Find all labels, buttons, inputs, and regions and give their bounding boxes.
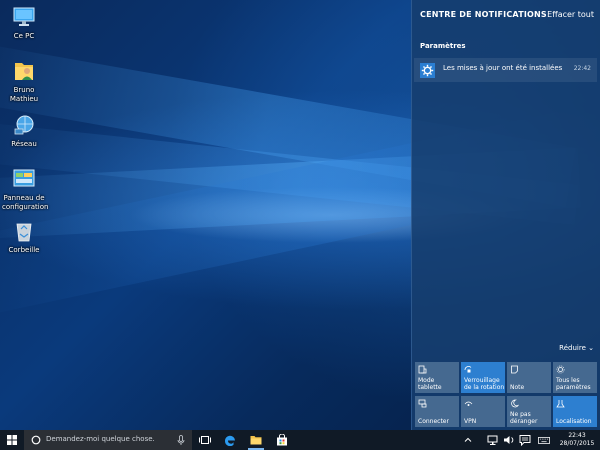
notification-item[interactable]: Les mises à jour ont été installées 22:4… — [414, 58, 597, 82]
user-folder-icon — [15, 63, 33, 80]
quick-actions-grid: Mode tablette Verrouillage de la rotatio… — [415, 362, 600, 428]
computer-icon — [13, 7, 35, 26]
action-center-title: CENTRE DE NOTIFICATIONS — [420, 10, 547, 19]
chevron-down-icon: ⌄ — [588, 344, 594, 352]
task-view-button[interactable] — [193, 430, 217, 450]
network-icon[interactable] — [487, 434, 499, 446]
rotation-lock-icon — [464, 366, 472, 373]
quick-action-label: Mode tablette — [418, 377, 442, 391]
notification-time: 22:42 — [573, 65, 591, 72]
vpn-icon — [464, 401, 473, 406]
cortana-icon — [31, 435, 41, 445]
moon-icon — [511, 399, 519, 408]
tablet-mode-icon — [418, 365, 427, 374]
quick-action-label: Tous les paramètres — [556, 377, 591, 391]
edge-icon — [224, 435, 235, 446]
quick-action-all-settings[interactable]: Tous les paramètres — [553, 362, 597, 393]
quick-action-label: Localisation — [556, 418, 592, 425]
quick-action-label: Verrouillage de la rotation — [464, 377, 505, 391]
store-icon — [277, 434, 287, 446]
collapse-button[interactable]: Réduire ⌄ — [559, 344, 594, 352]
quick-action-note[interactable]: Note — [507, 362, 551, 393]
quick-action-location[interactable]: Localisation — [553, 396, 597, 427]
clock-time: 22:43 — [568, 432, 586, 439]
desktop-icon-ce-pc[interactable]: Ce PC — [2, 4, 46, 41]
desktop-icon-label: Panneau de configuration — [2, 194, 49, 211]
quick-action-label: Note — [510, 384, 525, 391]
chevron-up-icon[interactable] — [462, 434, 474, 446]
windows-logo-icon — [7, 435, 17, 445]
collapse-label: Réduire — [559, 344, 586, 352]
edge-button[interactable] — [218, 430, 242, 450]
quick-action-tablet-mode[interactable]: Mode tablette — [415, 362, 459, 393]
start-button[interactable] — [0, 430, 24, 450]
network-icon — [14, 115, 34, 135]
clock-date: 28/07/2015 — [559, 440, 595, 447]
desktop-icon-bruno-mathieu[interactable]: Bruno Mathieu — [2, 58, 46, 104]
quick-action-rotation-lock[interactable]: Verrouillage de la rotation — [461, 362, 505, 393]
microphone-icon[interactable] — [177, 435, 185, 445]
action-center-icon[interactable] — [519, 434, 531, 446]
quick-action-do-not-disturb[interactable]: Ne pas déranger — [507, 396, 551, 427]
action-center-panel: CENTRE DE NOTIFICATIONS Effacer tout Par… — [411, 0, 600, 430]
search-box[interactable]: Demandez-moi quelque chose. — [24, 430, 192, 450]
volume-icon[interactable] — [503, 434, 515, 446]
file-explorer-button[interactable] — [244, 430, 268, 450]
location-icon — [556, 400, 565, 408]
quick-action-label: Ne pas déranger — [510, 411, 538, 425]
store-button[interactable] — [270, 430, 294, 450]
notification-text: Les mises à jour ont été installées — [443, 64, 563, 72]
note-icon — [511, 365, 518, 374]
desktop-icon-reseau[interactable]: Réseau — [2, 112, 46, 149]
recycle-bin-icon — [16, 223, 32, 242]
notification-group-title: Paramètres — [420, 42, 466, 50]
desktop-icon-label: Bruno Mathieu — [9, 86, 39, 103]
desktop-icon-label: Corbeille — [8, 246, 40, 254]
file-explorer-icon — [250, 436, 262, 445]
clear-all-link[interactable]: Effacer tout — [547, 10, 594, 19]
task-view-icon — [199, 436, 211, 444]
gear-icon — [420, 63, 435, 78]
keyboard-icon[interactable] — [538, 434, 550, 446]
action-center-header: CENTRE DE NOTIFICATIONS Effacer tout — [420, 10, 594, 22]
quick-action-label: Connecter — [418, 418, 449, 425]
desktop-icon-label: Ce PC — [13, 32, 35, 40]
desktop-icon-corbeille[interactable]: Corbeille — [2, 218, 46, 255]
clock[interactable]: 22:43 28/07/2015 — [557, 432, 597, 448]
control-panel-icon — [13, 169, 35, 187]
quick-action-vpn[interactable]: VPN — [461, 396, 505, 427]
connect-icon — [418, 399, 427, 408]
desktop-icon-panneau-de-configuration[interactable]: Panneau de configuration — [2, 166, 49, 212]
search-placeholder: Demandez-moi quelque chose. — [46, 435, 155, 443]
quick-action-label: VPN — [464, 418, 477, 425]
desktop-icon-label: Réseau — [11, 140, 37, 148]
taskbar: Demandez-moi quelque chose. 22:43 28/07/… — [0, 430, 600, 450]
settings-icon — [556, 365, 565, 374]
quick-action-connect[interactable]: Connecter — [415, 396, 459, 427]
